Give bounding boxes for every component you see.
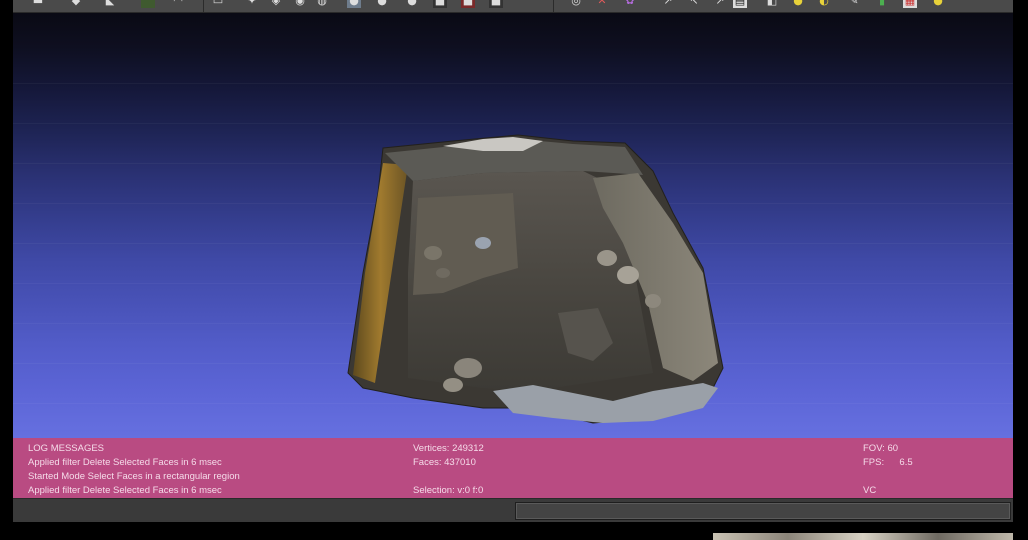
pan-icon[interactable]: ↗ — [713, 0, 727, 8]
vertex-color-label: VC — [863, 485, 877, 496]
brush-icon[interactable]: ✎ — [847, 0, 861, 8]
sun-icon[interactable]: ● — [791, 0, 805, 8]
save-icon[interactable]: ◣ — [103, 0, 117, 8]
palette-icon[interactable]: ▦ — [903, 0, 917, 8]
annotate-icon[interactable]: ■ — [461, 0, 475, 8]
toolbar: ▬ ◆ ◣ ◠ ▭ ✦ ◈ ◉ ◍ ● ● ● ■ ■ ■ ◎ ✕ ✿ ↗ ↖ … — [13, 0, 1013, 13]
log-line: Applied filter Delete Selected Faces in … — [28, 457, 222, 468]
rotate-icon[interactable]: ↖ — [687, 0, 701, 8]
new-icon[interactable]: ▬ — [31, 0, 45, 8]
fps-value: 6.5 — [899, 457, 913, 468]
chart-icon[interactable]: ▮ — [875, 0, 889, 8]
fps-label: FPS: — [863, 457, 885, 468]
info-panel: LOG MESSAGES Applied filter Delete Selec… — [13, 438, 1013, 498]
measure-icon[interactable]: ● — [375, 0, 389, 8]
texture-icon[interactable]: ◎ — [569, 0, 583, 8]
fps-readout: FPS: 6.5 — [863, 456, 913, 470]
log-messages: LOG MESSAGES Applied filter Delete Selec… — [28, 442, 240, 498]
select-icon[interactable]: ● — [347, 0, 361, 8]
color-icon[interactable]: ■ — [433, 0, 447, 8]
layers-icon[interactable] — [141, 0, 155, 8]
camera-icon[interactable]: ◧ — [765, 0, 779, 8]
snapshot-icon[interactable]: ◠ — [171, 0, 185, 8]
vertices-count: Vertices: 249312 — [413, 443, 484, 454]
arrow-icon[interactable]: ↗ — [661, 0, 675, 8]
status-bar — [13, 498, 1013, 522]
mesh-stats: Vertices: 249312 Faces: 437010 Selection… — [413, 442, 484, 498]
shading-icon[interactable]: ◉ — [293, 0, 307, 8]
excavation-mesh[interactable] — [13, 13, 1013, 438]
paint-icon[interactable]: ● — [405, 0, 419, 8]
3d-viewport[interactable] — [13, 13, 1013, 438]
axis-icon[interactable]: ✕ — [595, 0, 609, 8]
import-icon[interactable]: ▭ — [211, 0, 225, 8]
log-header: LOG MESSAGES — [28, 443, 105, 454]
view-stats: FOV: 60 FPS: 6.5 VC — [863, 442, 913, 498]
log-line: Started Mode Select Faces in a rectangul… — [28, 471, 240, 482]
lighting-icon[interactable]: ◈ — [269, 0, 283, 8]
faces-count: Faces: 437010 — [413, 457, 476, 468]
lamp-icon[interactable]: ◐ — [817, 0, 831, 8]
progress-bar — [515, 502, 1011, 520]
rgb-icon[interactable]: ✿ — [623, 0, 637, 8]
filter-icon[interactable]: ✦ — [245, 0, 259, 8]
trackball-icon[interactable]: ◍ — [315, 0, 329, 8]
log-line: Applied filter Delete Selected Faces in … — [28, 485, 222, 496]
open-icon[interactable]: ◆ — [69, 0, 83, 8]
fov-value: FOV: 60 — [863, 443, 899, 454]
thumbnail-preview — [713, 533, 1013, 540]
document-icon[interactable]: ▤ — [733, 0, 747, 8]
selection-info: Selection: v:0 f:0 — [413, 485, 484, 496]
info-icon[interactable]: ■ — [489, 0, 503, 8]
help-icon[interactable]: ● — [931, 0, 945, 8]
